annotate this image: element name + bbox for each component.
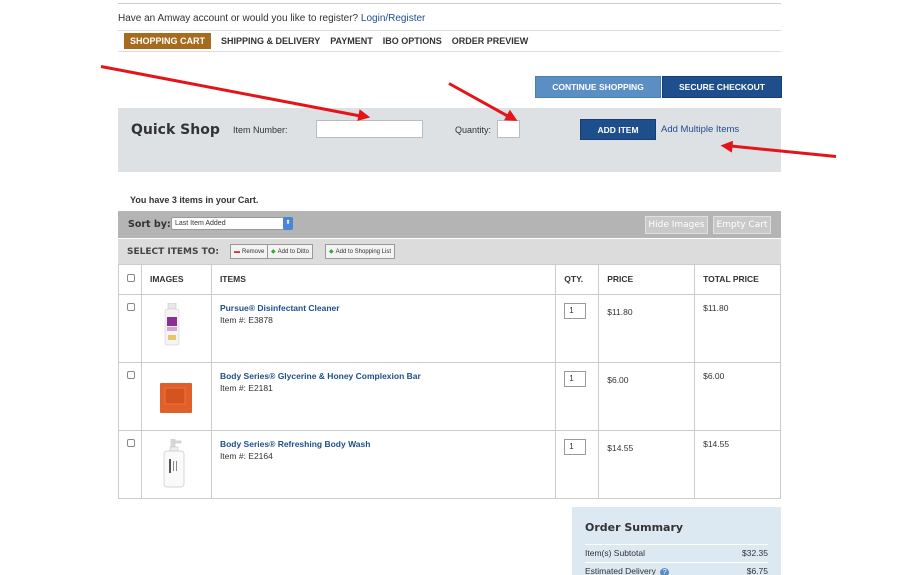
item-total: $11.80: [703, 302, 729, 313]
cart-actions: CONTINUE SHOPPING SECURE CHECKOUT: [535, 76, 782, 98]
add-to-ditto-label: Add to Ditto: [277, 248, 309, 255]
sort-select[interactable]: Last Item Added ⬍: [171, 217, 293, 230]
item-total: $14.55: [703, 438, 730, 449]
product-image-body-wash[interactable]: [161, 438, 187, 489]
help-icon[interactable]: ?: [660, 568, 670, 575]
cart-table: IMAGES ITEMS QTY. PRICE TOTAL PRICE Purs…: [118, 265, 781, 499]
select-all-cell: [118, 265, 142, 295]
select-all-checkbox[interactable]: [127, 274, 135, 283]
item-number-input[interactable]: [316, 120, 423, 138]
account-prompt: Have an Amway account or would you like …: [118, 13, 425, 24]
step-ibo-options[interactable]: IBO OPTIONS: [383, 33, 442, 49]
subtotal-label: Item(s) Subtotal: [585, 548, 645, 558]
top-divider: [118, 0, 781, 4]
table-row: Pursue® Disinfectant Cleaner Item #: E38…: [118, 294, 781, 363]
plus-icon: ◆: [329, 249, 334, 255]
col-price: PRICE: [598, 265, 696, 295]
product-image-cleaner[interactable]: [163, 302, 181, 347]
col-total: TOTAL PRICE: [694, 265, 781, 295]
add-to-list-label: Add to Shopping List: [335, 248, 391, 255]
item-total: $6.00: [703, 370, 725, 381]
sort-select-value: Last Item Added: [175, 220, 226, 227]
item-checkbox[interactable]: [127, 438, 135, 447]
select-items-label: SELECT ITEMS TO:: [127, 247, 219, 257]
item-name-link[interactable]: Body Series® Glycerine & Honey Complexio…: [220, 371, 555, 381]
remove-button[interactable]: ▬ Remove: [230, 244, 269, 259]
select-items-bar: SELECT ITEMS TO: ▬ Remove ◆ Add to Ditto…: [118, 239, 781, 265]
delivery-label: Estimated Delivery: [585, 566, 656, 575]
item-number: Item #: E2164: [219, 450, 273, 461]
quantity-field[interactable]: 1: [564, 302, 587, 319]
item-number-label: Item Number:: [233, 125, 288, 135]
login-register-link[interactable]: Login/Register: [361, 13, 425, 24]
item-price: $11.80: [607, 306, 633, 317]
subtotal-row: Item(s) Subtotal $32.35: [585, 548, 768, 558]
item-price: $14.55: [607, 442, 634, 453]
item-checkbox[interactable]: [127, 302, 135, 311]
cart-count-text: You have 3 items in your Cart.: [130, 195, 259, 205]
remove-icon: ▬: [234, 248, 240, 255]
add-to-shopping-list-button[interactable]: ◆ Add to Shopping List: [325, 244, 395, 259]
step-payment[interactable]: PAYMENT: [330, 33, 373, 49]
table-row: Body Series® Glycerine & Honey Complexio…: [118, 362, 781, 431]
step-shopping-cart[interactable]: SHOPPING CART: [124, 33, 212, 49]
continue-shopping-button[interactable]: CONTINUE SHOPPING: [535, 76, 661, 98]
quantity-field[interactable]: 1: [564, 370, 587, 387]
secure-checkout-button[interactable]: SECURE CHECKOUT: [662, 76, 782, 98]
delivery-row: Estimated Delivery ? $6.75: [585, 566, 768, 575]
add-item-button[interactable]: ADD ITEM: [580, 119, 656, 140]
summary-divider: [585, 544, 768, 545]
step-shipping-delivery[interactable]: SHIPPING & DELIVERY: [221, 33, 320, 49]
summary-divider: [585, 562, 768, 563]
delivery-value: $6.75: [746, 566, 768, 575]
order-summary-title: Order Summary: [585, 521, 684, 534]
item-checkbox[interactable]: [127, 370, 135, 379]
quantity-field[interactable]: 1: [564, 438, 587, 455]
order-summary: Order Summary Item(s) Subtotal $32.35 Es…: [572, 507, 781, 575]
item-name-link[interactable]: Body Series® Refreshing Body Wash: [220, 439, 555, 449]
step-order-preview[interactable]: ORDER PREVIEW: [452, 33, 529, 49]
cart-header-row: IMAGES ITEMS QTY. PRICE TOTAL PRICE: [118, 265, 781, 295]
quantity-label: Quantity:: [455, 125, 492, 135]
quick-shop-title: Quick Shop: [131, 122, 220, 138]
plus-icon: ◆: [271, 249, 276, 255]
col-images: IMAGES: [141, 265, 212, 295]
item-price: $6.00: [607, 374, 629, 385]
col-qty: QTY.: [555, 265, 600, 295]
empty-cart-button[interactable]: Empty Cart: [713, 216, 771, 234]
remove-label: Remove: [242, 248, 265, 255]
subtotal-value: $32.35: [742, 548, 768, 558]
table-row: Body Series® Refreshing Body Wash Item #…: [118, 430, 781, 499]
col-items: ITEMS: [211, 265, 557, 295]
sort-bar: Sort by: Last Item Added ⬍ Hide Images E…: [118, 211, 781, 238]
add-multiple-items-link[interactable]: Add Multiple Items: [661, 124, 739, 135]
item-name-link[interactable]: Pursue® Disinfectant Cleaner: [220, 303, 555, 313]
select-arrows-icon: ⬍: [283, 217, 293, 230]
sort-label: Sort by:: [128, 219, 171, 230]
checkout-steps: SHOPPING CART SHIPPING & DELIVERY PAYMEN…: [118, 30, 781, 52]
hide-images-button[interactable]: Hide Images: [645, 216, 708, 234]
item-number: Item #: E2181: [219, 382, 273, 393]
account-prompt-text: Have an Amway account or would you like …: [118, 13, 359, 24]
quick-shop-panel: Quick Shop Item Number: Quantity: ADD IT…: [118, 108, 781, 172]
add-to-ditto-button[interactable]: ◆ Add to Ditto: [267, 244, 313, 259]
item-number: Item #: E3878: [219, 314, 273, 325]
product-image-soap-bar[interactable]: [159, 375, 193, 415]
